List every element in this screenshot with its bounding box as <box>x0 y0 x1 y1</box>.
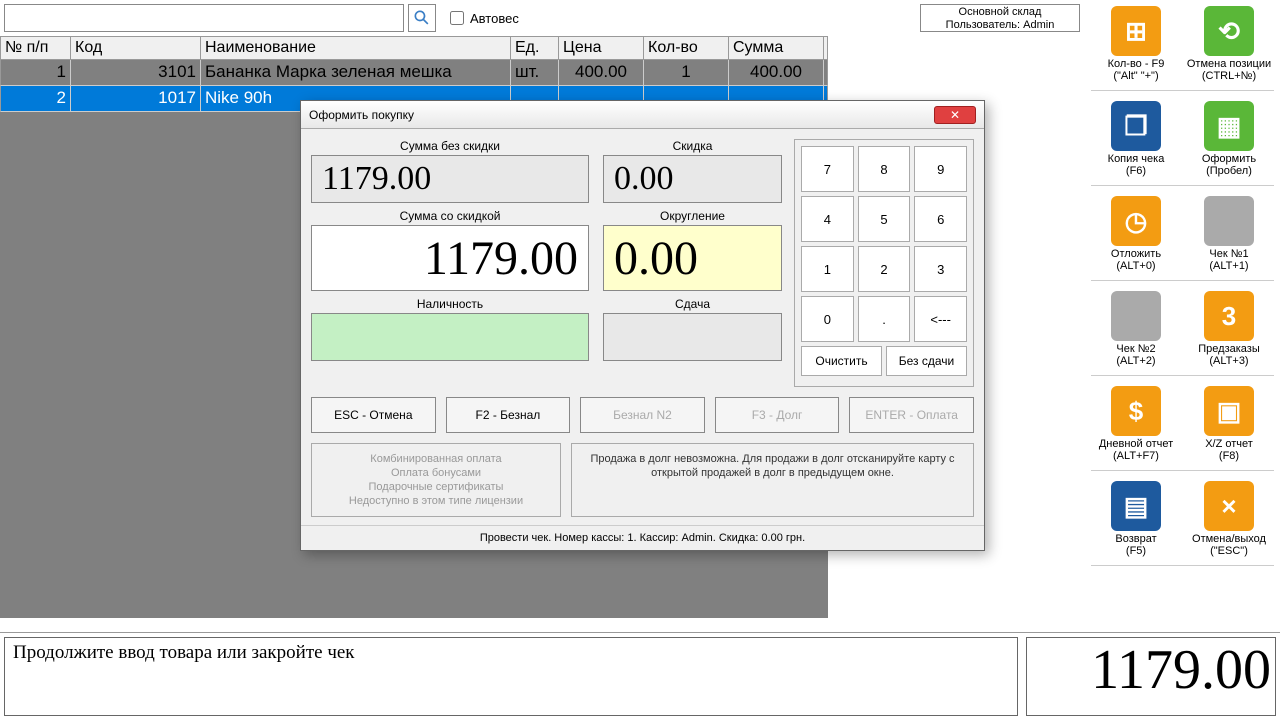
value-cash[interactable] <box>311 313 589 361</box>
copy-icon: ❐ <box>1111 101 1161 151</box>
value-sum-with-discount: 1179.00 <box>311 225 589 291</box>
panel-button[interactable]: ×Отмена/выход("ESC") <box>1187 481 1272 557</box>
calc-icon: ⊞ <box>1111 6 1161 56</box>
$-icon: $ <box>1111 386 1161 436</box>
numpad-key[interactable]: 5 <box>858 196 911 242</box>
panel-button[interactable]: ❐Копия чека(F6) <box>1094 101 1179 177</box>
debt-warning: Продажа в долг невозможна. Для продажи в… <box>571 443 974 517</box>
enter-pay-button: ENTER - Оплата <box>849 397 974 433</box>
numpad-clear[interactable]: Очистить <box>801 346 882 376</box>
xz-icon: ▣ <box>1204 386 1254 436</box>
numpad-key[interactable]: 1 <box>801 246 854 292</box>
autoscale-checkbox[interactable]: Автовес <box>450 11 519 26</box>
status-message: Продолжите ввод товара или закройте чек <box>4 637 1018 716</box>
panel-button[interactable]: ◷Отложить(ALT+0) <box>1094 196 1179 272</box>
checkout-dialog: Оформить покупку ✕ Сумма без скидки 1179… <box>300 100 985 551</box>
search-input[interactable] <box>4 4 404 32</box>
grid-header: № п/п Код Наименование Ед. Цена Кол-во С… <box>0 36 828 60</box>
panel-button[interactable]: Чек №1(ALT+1) <box>1187 196 1272 272</box>
numpad-key[interactable]: . <box>858 296 911 342</box>
label-cash: Наличность <box>311 297 589 311</box>
value-sum-no-discount: 1179.00 <box>311 155 589 203</box>
search-icon <box>412 8 432 28</box>
numpad-nochange[interactable]: Без сдачи <box>886 346 967 376</box>
autoscale-input[interactable] <box>450 11 464 25</box>
numpad-key[interactable]: 4 <box>801 196 854 242</box>
×-icon: × <box>1204 481 1254 531</box>
label-sum-no-discount: Сумма без скидки <box>311 139 589 153</box>
panel-button[interactable]: ⟲Отмена позиции(CTRL+№) <box>1187 6 1272 82</box>
numpad: 789 456 123 0.<--- ОчиститьБез сдачи <box>794 139 974 387</box>
label-change: Сдача <box>603 297 782 311</box>
numpad-key[interactable]: 3 <box>914 246 967 292</box>
clock-icon: ◷ <box>1111 196 1161 246</box>
undo-icon: ⟲ <box>1204 6 1254 56</box>
numpad-key[interactable]: 6 <box>914 196 967 242</box>
numpad-key[interactable]: <--- <box>914 296 967 342</box>
numpad-key[interactable]: 8 <box>858 146 911 192</box>
f3-debt-button: F3 - Долг <box>715 397 840 433</box>
blank-icon <box>1204 196 1254 246</box>
autoscale-label: Автовес <box>470 11 519 26</box>
3-icon: 3 <box>1204 291 1254 341</box>
blank-icon <box>1111 291 1161 341</box>
bottom-bar: Продолжите ввод товара или закройте чек … <box>0 632 1280 720</box>
value-rounding: 0.00 <box>603 225 782 291</box>
close-button[interactable]: ✕ <box>934 106 976 124</box>
search-button[interactable] <box>408 4 436 32</box>
label-discount: Скидка <box>603 139 782 153</box>
license-info: Комбинированная оплатаОплата бонусамиПод… <box>311 443 561 517</box>
numpad-key[interactable]: 9 <box>914 146 967 192</box>
dialog-titlebar[interactable]: Оформить покупку ✕ <box>301 101 984 129</box>
panel-button[interactable]: 3Предзаказы(ALT+3) <box>1187 291 1272 367</box>
dialog-actions: ESC - Отмена F2 - Безнал Безнал N2 F3 - … <box>301 397 984 443</box>
cashless-n2-button: Безнал N2 <box>580 397 705 433</box>
table-row[interactable]: 13101Бананка Марка зеленая мешкашт.400.0… <box>0 60 828 86</box>
numpad-key[interactable]: 7 <box>801 146 854 192</box>
numpad-key[interactable]: 2 <box>858 246 911 292</box>
esc-cancel-button[interactable]: ESC - Отмена <box>311 397 436 433</box>
panel-button[interactable]: ⊞Кол-во - F9("Alt" "+") <box>1094 6 1179 82</box>
panel-button[interactable]: ▦Оформить(Пробел) <box>1187 101 1272 177</box>
total-amount: 1179.00 <box>1026 637 1276 716</box>
panel-button[interactable]: $Дневной отчет(ALT+F7) <box>1094 386 1179 462</box>
warehouse-user-info: Основной склад Пользователь: Admin <box>920 4 1080 32</box>
panel-button[interactable]: ▣X/Z отчет(F8) <box>1187 386 1272 462</box>
dialog-footer: Провести чек. Номер кассы: 1. Кассир: Ad… <box>301 525 984 550</box>
value-change <box>603 313 782 361</box>
label-rounding: Округление <box>603 209 782 223</box>
dialog-title: Оформить покупку <box>309 108 414 122</box>
money-icon: ▦ <box>1204 101 1254 151</box>
panel-button[interactable]: ▤Возврат(F5) <box>1094 481 1179 557</box>
right-panel: ⊞Кол-во - F9("Alt" "+")⟲Отмена позиции(C… <box>1085 0 1280 582</box>
file-icon: ▤ <box>1111 481 1161 531</box>
numpad-key[interactable]: 0 <box>801 296 854 342</box>
label-sum-with-discount: Сумма со скидкой <box>311 209 589 223</box>
f2-cashless-button[interactable]: F2 - Безнал <box>446 397 571 433</box>
value-discount: 0.00 <box>603 155 782 203</box>
panel-button[interactable]: Чек №2(ALT+2) <box>1094 291 1179 367</box>
